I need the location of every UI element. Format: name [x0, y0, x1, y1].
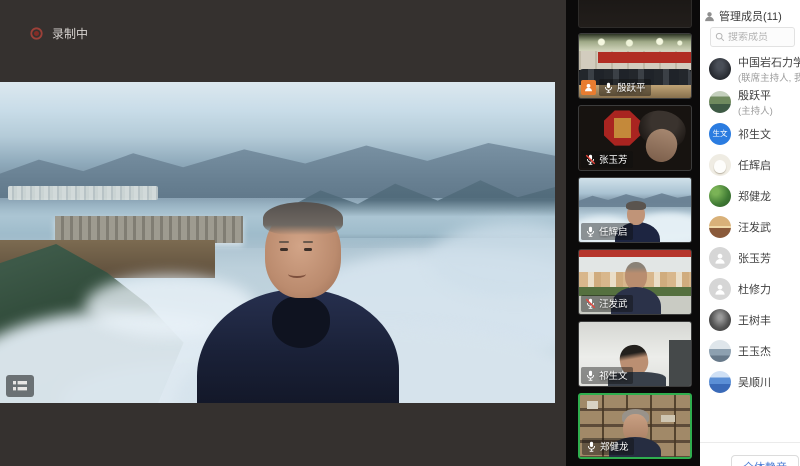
member-row-wu-shunchuan[interactable]: 吴顺川: [700, 366, 800, 397]
member-role: (主持人): [738, 103, 773, 117]
scene-octagon-gold: [614, 118, 631, 138]
members-panel: 管理成员(11) 中国岩石力学与工程 (联席主持人, 我) 殷跃平: [700, 0, 800, 466]
member-row-wang-shufeng[interactable]: 王树丰: [700, 304, 800, 335]
layout-switch-button[interactable]: [6, 375, 34, 397]
member-name: 祁生文: [738, 126, 771, 142]
scene-person-hair: [626, 201, 646, 210]
scene-shelf-object: [587, 401, 598, 408]
thumbnail-ren-huiqi[interactable]: 任辉启: [578, 177, 692, 243]
speaker-brow: [279, 241, 289, 243]
member-avatar: [709, 309, 731, 331]
member-avatar-default: [709, 278, 731, 300]
speaker-collar: [272, 296, 330, 348]
scene-person-face: [625, 262, 647, 290]
member-name: 吴顺川: [738, 374, 771, 390]
thumbnail-yin-yueping[interactable]: 殷跃平: [578, 33, 692, 99]
speaker-smile: [288, 270, 306, 278]
member-name: 殷跃平: [738, 87, 773, 103]
thumbnail-zheng-jianlong-active-speaker[interactable]: 郑健龙: [578, 393, 692, 459]
member-avatar: [709, 340, 731, 362]
member-name: 张玉芳: [738, 250, 771, 266]
mic-on-icon: [585, 370, 596, 381]
mute-all-button[interactable]: 全体静音: [731, 455, 799, 466]
mic-on-icon: [603, 82, 614, 93]
member-row-zhang-yufang[interactable]: 张玉芳: [700, 242, 800, 273]
member-name: 汪发武: [738, 219, 771, 235]
members-icon: [704, 11, 715, 22]
member-name: 杜修力: [738, 281, 771, 297]
member-list: 中国岩石力学与工程 (联席主持人, 我) 殷跃平 (主持人) 生文 祁生文 任: [700, 52, 800, 397]
record-icon: [30, 27, 43, 40]
avatar-initials: 生文: [713, 128, 728, 139]
member-row-wang-yujie[interactable]: 王玉杰: [700, 335, 800, 366]
thumbnail-name: 任辉启: [599, 224, 628, 238]
member-role: (联席主持人, 我): [738, 70, 800, 84]
scene-furniture: [669, 340, 691, 386]
member-avatar: [709, 371, 731, 393]
thumbnail-name: 郑健龙: [600, 439, 629, 453]
member-row-du-xiuli[interactable]: 杜修力: [700, 273, 800, 304]
scene-shelf-object: [661, 415, 674, 422]
background-city: [8, 186, 158, 200]
speaker-eye: [280, 248, 288, 251]
mic-muted-icon: [585, 154, 596, 165]
meeting-window: 录制中: [0, 0, 800, 466]
speaker-hair: [263, 202, 343, 235]
thumbnail-name: 张玉芳: [599, 152, 628, 166]
member-search-input[interactable]: [728, 32, 788, 43]
search-icon: [715, 32, 725, 42]
mic-muted-icon: [585, 298, 596, 309]
recording-indicator: 录制中: [30, 25, 88, 42]
person-icon: [714, 283, 726, 295]
person-icon: [714, 252, 726, 264]
thumbnail-strip: 殷跃平 张玉芳: [566, 0, 700, 466]
thumbnail-wang-fawu[interactable]: 汪发武: [578, 249, 692, 315]
member-row-qi-shengwen[interactable]: 生文 祁生文: [700, 118, 800, 149]
member-search[interactable]: [710, 27, 795, 47]
member-avatar: [709, 185, 731, 207]
member-avatar-default: [709, 247, 731, 269]
thumbnail-name: 殷跃平: [617, 80, 646, 94]
video-stage: 录制中: [0, 0, 566, 466]
member-row-zheng-jianlong[interactable]: 郑健龙: [700, 180, 800, 211]
member-name: 郑健龙: [738, 188, 771, 204]
scene-lights: [579, 37, 691, 47]
member-name: 王树丰: [738, 312, 771, 328]
member-name: 王玉杰: [738, 343, 771, 359]
layout-list-icon: [13, 380, 27, 392]
background-dam: [55, 216, 243, 243]
thumbnail-partial[interactable]: [578, 0, 692, 28]
mic-on-icon: [585, 226, 596, 237]
member-avatar: 生文: [709, 123, 731, 145]
mic-on-icon: [586, 441, 597, 452]
member-row-wang-fawu[interactable]: 汪发武: [700, 211, 800, 242]
recording-label: 录制中: [52, 25, 88, 42]
member-name: 中国岩石力学与工程: [738, 54, 800, 70]
thumbnail-qi-shengwen[interactable]: 祁生文: [578, 321, 692, 387]
member-row-society[interactable]: 中国岩石力学与工程 (联席主持人, 我): [700, 52, 800, 85]
thumbnail-name: 汪发武: [599, 296, 628, 310]
member-row-yin-yueping[interactable]: 殷跃平 (主持人): [700, 85, 800, 118]
member-row-ren-huiqi[interactable]: 任辉启: [700, 149, 800, 180]
thumbnail-zhang-yufang[interactable]: 张玉芳: [578, 105, 692, 171]
member-avatar: [709, 216, 731, 238]
main-speaker-video[interactable]: [0, 82, 555, 403]
speaker-brow: [303, 241, 313, 243]
thumbnail-name: 祁生文: [599, 368, 628, 382]
member-avatar: [709, 154, 731, 176]
members-panel-title: 管理成员(11): [719, 8, 782, 24]
host-badge-icon: [581, 80, 596, 95]
scene-red-banner: [598, 52, 691, 63]
members-panel-header: 管理成员(11): [700, 0, 800, 24]
member-avatar: [709, 58, 731, 80]
panel-footer-divider: [700, 442, 800, 443]
member-name: 任辉启: [738, 157, 771, 173]
speaker-eye: [304, 248, 312, 251]
member-avatar: [709, 91, 731, 113]
